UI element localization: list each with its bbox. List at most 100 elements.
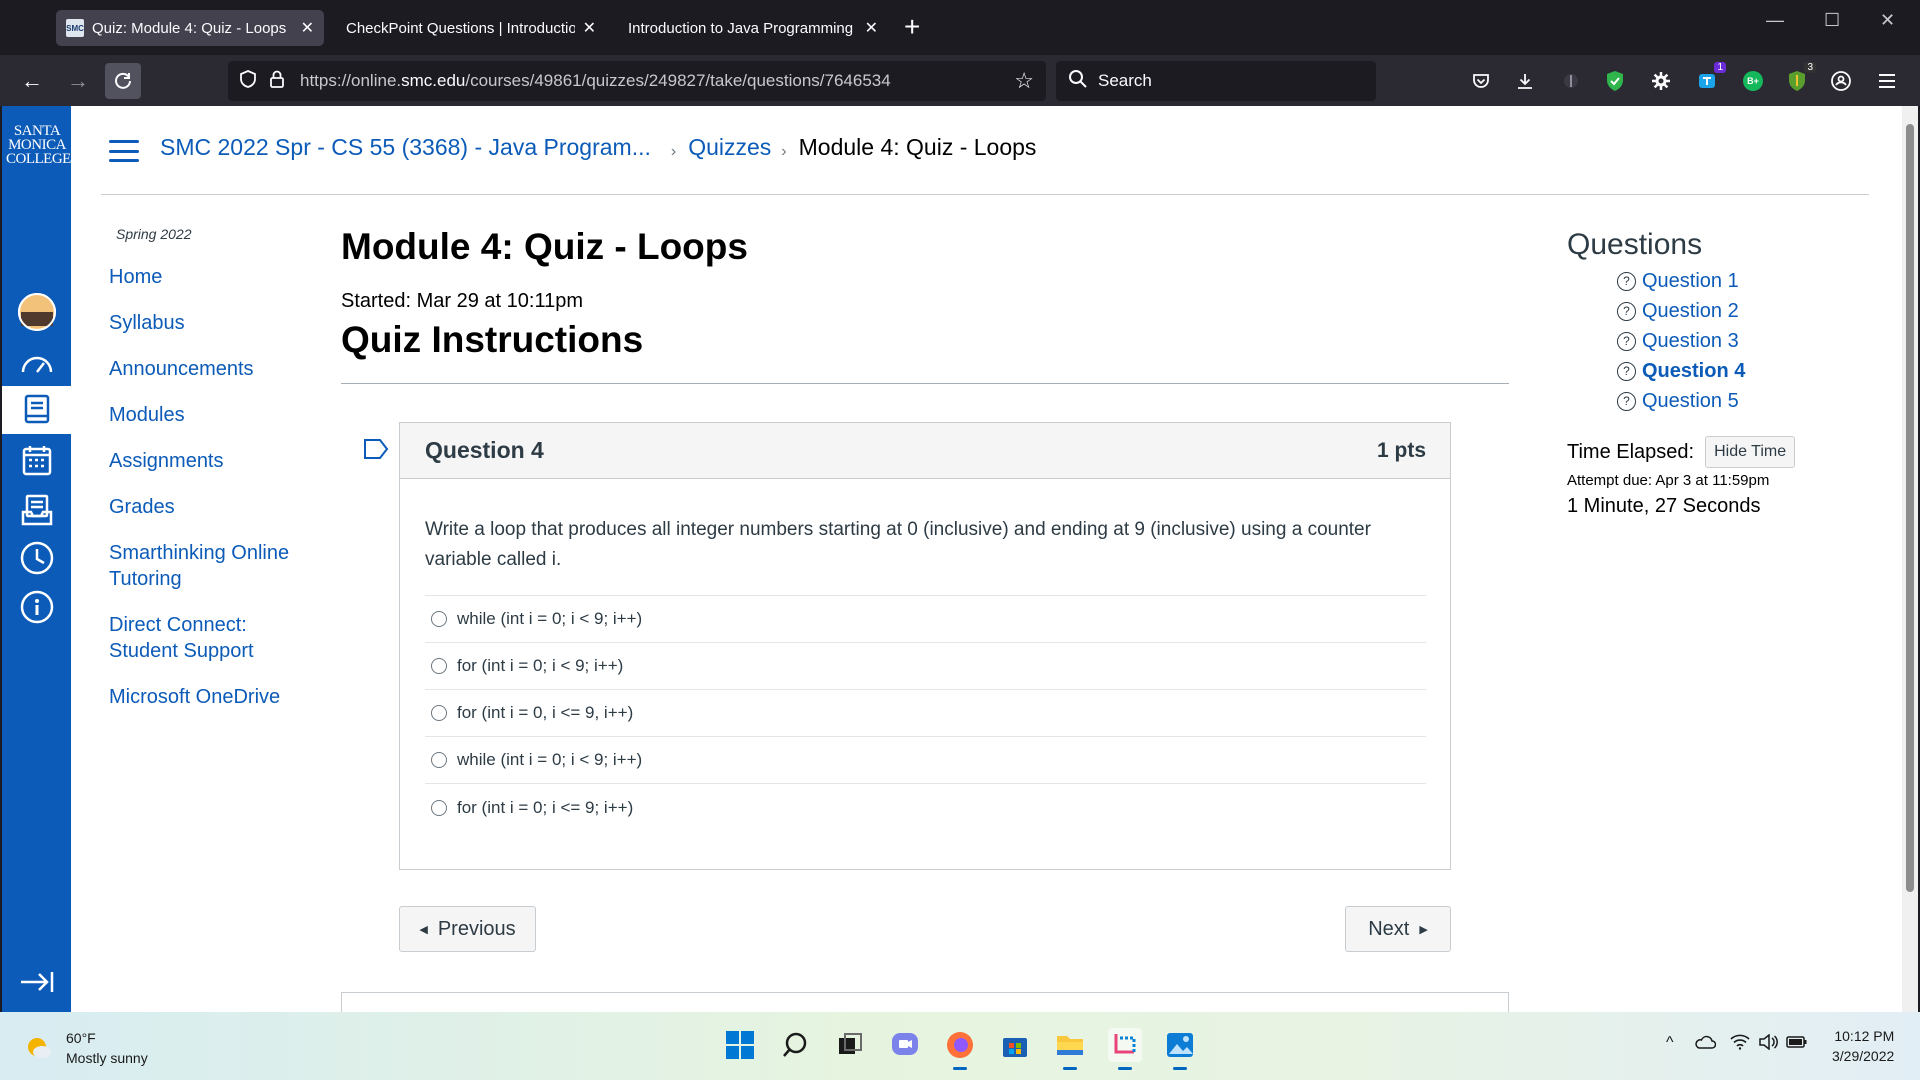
course-nav-syllabus[interactable]: Syllabus [109,310,319,336]
scrollbar-thumb[interactable] [1906,124,1914,892]
course-nav-smarthinking[interactable]: Smarthinking Online Tutoring [109,540,299,592]
extension-b-label: B+ [1743,71,1763,91]
tab-quiz[interactable]: SMC Quiz: Module 4: Quiz - Loops ✕ [56,10,324,46]
answer-option[interactable]: while (int i = 0; i < 9; i++) [425,737,1426,784]
global-nav-account[interactable] [2,288,71,336]
breadcrumb: SMC 2022 Spr - CS 55 (3368) - Java Progr… [160,134,1036,161]
answer-option[interactable]: for (int i = 0, i <= 9, i++) [425,690,1426,737]
translate-extension-icon[interactable]: 1 [1694,62,1726,94]
volume-icon[interactable] [1758,1033,1778,1055]
file-explorer-icon[interactable] [1053,1028,1087,1070]
url-bar[interactable]: https://online.smc.edu/courses/49861/qui… [228,61,1046,101]
next-button[interactable]: Next ▶ [1345,906,1451,952]
gear-extension-icon[interactable] [1648,68,1674,94]
answer-option[interactable]: while (int i = 0; i < 9; i++) [425,596,1426,643]
pocket-icon[interactable] [1468,68,1494,94]
store-icon[interactable] [998,1028,1032,1062]
windows-taskbar: 60°F Mostly sunny ^ 10:12 PM 3/29/2022 [0,1012,1920,1080]
global-nav-courses[interactable] [2,386,71,434]
global-nav-calendar[interactable] [2,436,71,484]
close-window-icon[interactable]: ✕ [1880,10,1895,31]
global-nav-inbox[interactable] [2,486,71,534]
bookmark-star-icon[interactable]: ☆ [1014,68,1034,94]
tab-title: Introduction to Java Programming a [628,19,857,37]
question-nav-2[interactable]: ? Question 2 [1617,296,1867,326]
question-points: 1 pts [1376,438,1426,462]
question-nav-1[interactable]: ? Question 1 [1617,266,1867,296]
lock-icon[interactable] [268,69,286,94]
close-icon[interactable]: ✕ [301,18,314,38]
hide-time-button[interactable]: Hide Time [1705,436,1796,468]
time-elapsed-label: Time Elapsed: [1567,440,1695,463]
flag-question-icon[interactable] [363,438,389,465]
url-prefix: https://online. [300,71,402,90]
teams-chat-icon[interactable] [888,1028,922,1062]
tab-intro-java[interactable]: Introduction to Java Programming a ✕ [618,10,888,46]
task-view-icon[interactable] [833,1028,867,1062]
battery-icon[interactable] [1786,1034,1808,1055]
onedrive-cloud-icon[interactable] [1694,1034,1717,1055]
dashboard-gauge-icon [21,356,52,373]
global-nav-help[interactable] [2,583,71,631]
course-nav-announcements[interactable]: Announcements [109,356,319,382]
start-icon[interactable] [723,1028,757,1062]
reload-icon[interactable] [105,63,141,99]
answer-option[interactable]: for (int i = 0; i <= 9; i++) [425,784,1426,831]
course-nav-onedrive[interactable]: Microsoft OneDrive [109,684,319,710]
question-nav-4[interactable]: ? Question 4 [1617,356,1867,386]
weather-temperature: 60°F [66,1030,96,1046]
page-scrollbar[interactable] [1902,106,1918,1012]
breadcrumb-course[interactable]: SMC 2022 Spr - CS 55 (3368) - Java Progr… [160,134,651,161]
clock-icon [20,541,53,575]
minimize-icon[interactable]: — [1766,10,1784,31]
radio-button[interactable] [431,611,447,627]
browser-tab-bar: SMC Quiz: Module 4: Quiz - Loops ✕ Check… [0,0,1920,55]
weather-condition: Mostly sunny [66,1050,148,1066]
course-menu-toggle[interactable] [109,140,139,162]
tracking-shield-icon[interactable] [238,69,258,94]
weather-widget[interactable]: 60°F Mostly sunny [24,1028,148,1068]
question-nav-5[interactable]: ? Question 5 [1617,386,1867,416]
course-nav-direct-connect[interactable]: Direct Connect: Student Support [109,612,259,664]
app-menu-icon[interactable] [1874,68,1900,94]
download-icon[interactable] [1512,68,1538,94]
course-nav-grades[interactable]: Grades [109,494,319,520]
course-nav-home[interactable]: Home [109,264,319,290]
tab-checkpoint[interactable]: CheckPoint Questions | Introduction ✕ [336,10,606,46]
system-clock[interactable]: 10:12 PM 3/29/2022 [1832,1026,1894,1066]
extension-leaf-icon[interactable] [1558,68,1584,94]
adblock-shield-icon[interactable] [1602,68,1628,94]
smc-logo[interactable]: SANTA MONICA COLLEGE [6,124,71,167]
shield-extension-icon[interactable]: 3 [1784,62,1816,94]
answer-option[interactable]: for (int i = 0; i < 9; i++) [425,643,1426,690]
new-tab-icon[interactable]: + [904,12,920,42]
global-nav-history[interactable] [2,534,71,582]
radio-button[interactable] [431,799,447,816]
course-nav-modules[interactable]: Modules [109,402,319,428]
maximize-icon[interactable]: ☐ [1824,10,1840,31]
radio-button[interactable] [431,658,447,674]
snipping-tool-icon[interactable] [1108,1028,1142,1070]
global-nav-dashboard[interactable] [2,338,71,386]
show-hidden-icons-icon[interactable]: ^ [1666,1034,1674,1052]
wifi-icon[interactable] [1730,1034,1750,1055]
photos-icon[interactable] [1163,1028,1197,1070]
course-nav-assignments[interactable]: Assignments [109,448,319,474]
previous-button[interactable]: ◀ Previous [399,906,536,952]
collapse-nav-button[interactable] [2,958,71,1006]
close-icon[interactable]: ✕ [583,18,596,38]
search-icon[interactable] [778,1028,812,1062]
question-nav-3[interactable]: ? Question 3 [1617,326,1867,356]
radio-button[interactable] [431,752,447,768]
account-icon[interactable] [1828,68,1854,94]
close-icon[interactable]: ✕ [865,18,878,38]
courses-book-icon [24,394,49,424]
grammar-extension-icon[interactable]: B+ [1740,68,1766,94]
back-icon[interactable]: ← [14,63,50,99]
radio-button[interactable] [431,705,447,721]
breadcrumb-quizzes[interactable]: Quizzes [688,134,771,161]
search-bar[interactable]: Search [1056,61,1376,101]
forward-icon[interactable]: → [60,63,96,99]
firefox-icon[interactable] [943,1028,977,1070]
question-header: Question 4 1 pts [400,423,1450,479]
